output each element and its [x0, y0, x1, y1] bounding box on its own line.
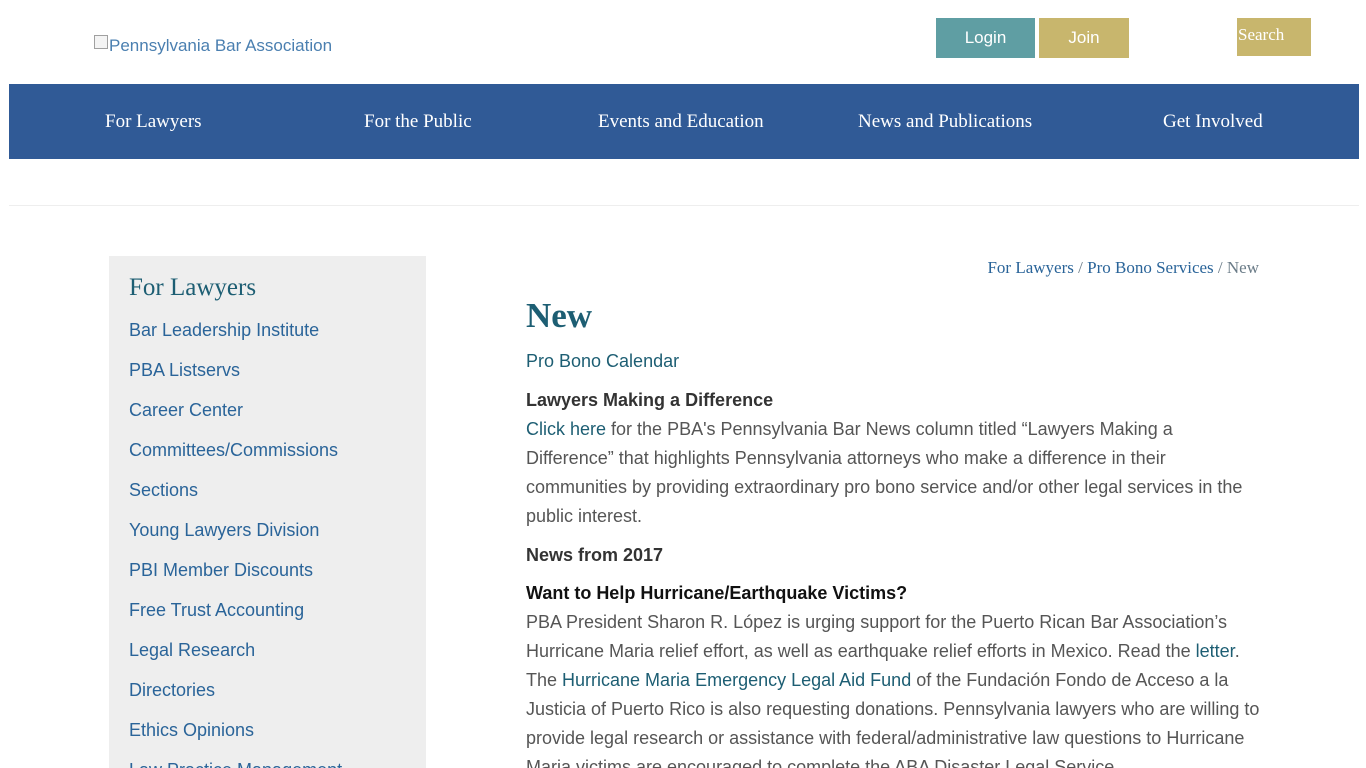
sidebar-item-career-center[interactable]: Career Center: [129, 400, 243, 421]
main-nav: For Lawyers For the Public Events and Ed…: [9, 84, 1359, 159]
section-heading-hurricane-victims: Want to Help Hurricane/Earthquake Victim…: [526, 583, 908, 603]
breadcrumb-separator: /: [1073, 258, 1088, 277]
nav-item-events-and-education[interactable]: Events and Education: [598, 84, 764, 159]
sidebar-item-ethics-opinions[interactable]: Ethics Opinions: [129, 720, 254, 741]
pro-bono-calendar-link[interactable]: Pro Bono Calendar: [526, 347, 1261, 376]
join-button[interactable]: Join: [1039, 18, 1129, 58]
login-button[interactable]: Login: [936, 18, 1035, 58]
sidebar-item-sections[interactable]: Sections: [129, 480, 198, 501]
header-divider: [9, 205, 1359, 206]
nav-item-news-and-publications[interactable]: News and Publications: [858, 84, 1032, 159]
sidebar-item-young-lawyers-division[interactable]: Young Lawyers Division: [129, 520, 319, 541]
section-heading-lawyers-making-difference: Lawyers Making a Difference: [526, 390, 774, 410]
sidebar-item-committees-commissions[interactable]: Committees/Commissions: [129, 440, 338, 461]
section-paragraph-lawyers-making-difference: Click here for the PBA's Pennsylvania Ba…: [526, 415, 1261, 531]
paragraph-text: for the PBA's Pennsylvania Bar News colu…: [526, 419, 1243, 526]
breadcrumb-item-current: New: [1226, 258, 1259, 277]
sidebar-title[interactable]: For Lawyers: [129, 274, 256, 302]
breadcrumb: For Lawyers / Pro Bono Services / New: [987, 258, 1259, 278]
sidebar: For Lawyers Bar Leadership Institute PBA…: [109, 256, 426, 768]
search-button[interactable]: Search: [1237, 18, 1311, 56]
click-here-link[interactable]: Click here: [526, 419, 606, 439]
letter-link[interactable]: letter: [1196, 641, 1235, 661]
sidebar-item-directories[interactable]: Directories: [129, 680, 215, 701]
sidebar-item-pba-listservs[interactable]: PBA Listservs: [129, 360, 240, 381]
logo-alt-text: Pennsylvania Bar Association: [109, 36, 333, 55]
main-content: Pro Bono Calendar Lawyers Making a Diffe…: [526, 347, 1261, 768]
breadcrumb-separator: /: [1213, 258, 1227, 277]
breadcrumb-item-for-lawyers[interactable]: For Lawyers: [987, 258, 1073, 277]
broken-image-icon: [94, 35, 108, 49]
nav-item-for-lawyers[interactable]: For Lawyers: [105, 84, 202, 159]
sidebar-item-legal-research[interactable]: Legal Research: [129, 640, 255, 661]
sidebar-item-pbi-member-discounts[interactable]: PBI Member Discounts: [129, 560, 313, 581]
sidebar-item-free-trust-accounting[interactable]: Free Trust Accounting: [129, 600, 304, 621]
hurricane-maria-fund-link[interactable]: Hurricane Maria Emergency Legal Aid Fund: [562, 670, 911, 690]
sidebar-item-law-practice-management[interactable]: Law Practice Management: [129, 760, 342, 768]
paragraph-text: PBA President Sharon R. López is urging …: [526, 612, 1228, 661]
section-paragraph-hurricane-victims: PBA President Sharon R. López is urging …: [526, 608, 1261, 768]
page-title: New: [526, 296, 593, 335]
nav-item-get-involved[interactable]: Get Involved: [1163, 84, 1263, 159]
site-logo[interactable]: Pennsylvania Bar Association: [94, 35, 333, 56]
sidebar-item-bar-leadership-institute[interactable]: Bar Leadership Institute: [129, 320, 319, 341]
news-year-heading: News from 2017: [526, 545, 664, 565]
breadcrumb-item-pro-bono-services[interactable]: Pro Bono Services: [1087, 258, 1214, 277]
nav-item-for-the-public[interactable]: For the Public: [364, 84, 472, 159]
